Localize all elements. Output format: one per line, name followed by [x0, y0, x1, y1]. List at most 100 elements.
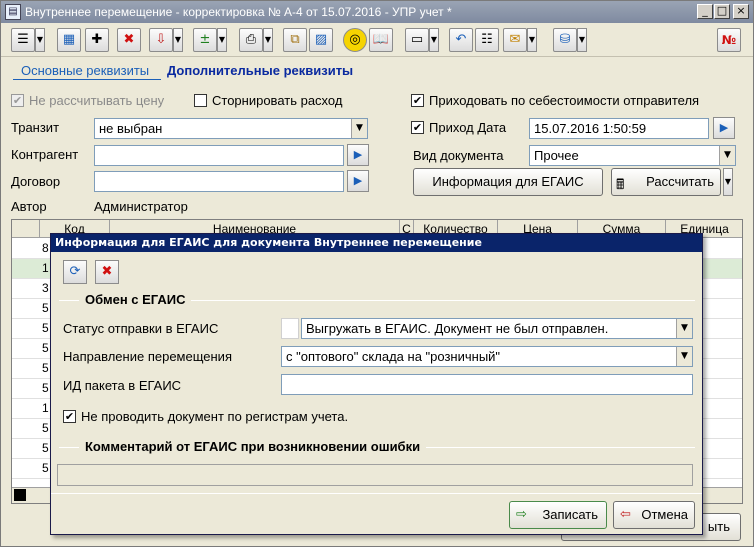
save-label: Записать — [542, 507, 598, 522]
author-label: Автор — [11, 199, 47, 214]
window-title: Внутреннее перемещение - корректировка №… — [25, 5, 452, 19]
undo-icon[interactable]: ↶ — [449, 28, 473, 52]
doc-type-value: Прочее — [534, 148, 579, 163]
chevron-down-icon[interactable]: ▼ — [723, 168, 733, 196]
contract-label: Договор — [11, 174, 61, 189]
app-icon: ▤ — [5, 4, 21, 20]
contragent-field[interactable] — [94, 145, 344, 166]
row-code: 5 — [42, 341, 49, 355]
direction-label: Направление перемещения — [63, 349, 232, 364]
author-value: Администратор — [94, 199, 188, 214]
no-calc-price-label: Не рассчитывать цену — [29, 93, 165, 108]
status-value: Выгружать в ЕГАИС. Документ не был отпра… — [306, 321, 609, 336]
chevron-down-icon[interactable]: ▼ — [676, 319, 692, 338]
row-code: 8 — [42, 241, 49, 255]
tab-extra-details[interactable]: Дополнительные реквизиты — [167, 63, 353, 78]
storno-checkbox[interactable] — [194, 94, 207, 107]
delete-icon[interactable]: ✖ — [95, 260, 119, 284]
row-code: 3 — [42, 281, 49, 295]
refresh-icon[interactable]: ⟳ — [63, 260, 87, 284]
income-date-pick-button[interactable]: ▶ — [713, 117, 735, 139]
chevron-down-icon[interactable]: ▼ — [527, 28, 537, 52]
close-window-button[interactable]: × — [733, 4, 749, 19]
import-icon[interactable]: ⇩ — [149, 28, 173, 52]
title-bar: ▤ Внутреннее перемещение - корректировка… — [1, 1, 753, 23]
egais-dialog: Информация для ЕГАИС для документа Внутр… — [50, 233, 703, 535]
maximize-button[interactable]: □ — [714, 4, 730, 19]
egais-comment-heading: Комментарий от ЕГАИС при возникновении о… — [79, 439, 427, 454]
book-icon[interactable]: 📖 — [369, 28, 393, 52]
cancel-label: Отмена — [641, 507, 688, 522]
plus-minus-icon[interactable]: ± — [193, 28, 217, 52]
list-icon[interactable]: ☰ — [11, 28, 35, 52]
direction-select[interactable]: с "оптового" склада на "розничный" ▼ — [281, 346, 693, 367]
income-date-field[interactable]: 15.07.2016 1:50:59 — [529, 118, 709, 139]
chevron-down-icon[interactable]: ▼ — [676, 347, 692, 366]
tab-underline — [13, 79, 161, 80]
chevron-down-icon[interactable]: ▼ — [719, 146, 735, 165]
dialog-title: Информация для ЕГАИС для документа Внутр… — [51, 234, 702, 252]
network-icon[interactable]: ⛁ — [553, 28, 577, 52]
copy-icon[interactable]: ⧉ — [283, 28, 307, 52]
by-cost-checkbox[interactable]: ✔ — [411, 94, 424, 107]
number-button[interactable]: № — [717, 28, 741, 52]
save-button[interactable]: ⇨ Записать — [509, 501, 607, 529]
toolbar: ☰ ▼ ▦ ✚ ✖ ⇩ ▼ ± ▼ ⎙ ▼ ⧉ ▨ ◎ 📖 ▭ ▼ ↶ ☷ ✉ … — [1, 23, 753, 57]
row-code: 5 — [42, 361, 49, 375]
doc-type-select[interactable]: Прочее ▼ — [529, 145, 736, 166]
chevron-down-icon[interactable]: ▼ — [263, 28, 273, 52]
chevron-down-icon[interactable]: ▼ — [429, 28, 439, 52]
table-icon[interactable]: ▦ — [57, 28, 81, 52]
doc-type-label: Вид документа — [413, 148, 504, 163]
chevron-down-icon[interactable]: ▼ — [217, 28, 227, 52]
coin-icon[interactable]: ◎ — [343, 28, 367, 52]
tab-main-details[interactable]: Основные реквизиты — [21, 63, 149, 78]
transit-label: Транзит — [11, 120, 60, 135]
egais-exchange-heading: Обмен с ЕГАИС — [79, 292, 192, 307]
no-registers-label: Не проводить документ по регистрам учета… — [81, 409, 349, 424]
contragent-label: Контрагент — [11, 147, 79, 162]
row-code: 1 — [42, 401, 49, 415]
image-icon[interactable]: ▨ — [309, 28, 333, 52]
contract-field[interactable] — [94, 171, 344, 192]
cancel-button[interactable]: ⇦ Отмена — [613, 501, 695, 529]
chevron-down-icon[interactable]: ▼ — [577, 28, 587, 52]
chevron-down-icon[interactable]: ▼ — [351, 119, 367, 138]
row-code: 1 — [42, 261, 49, 275]
structure-icon[interactable]: ☷ — [475, 28, 499, 52]
row-code: 5 — [42, 321, 49, 335]
no-registers-checkbox[interactable]: ✔ — [63, 410, 76, 423]
no-calc-price-checkbox[interactable]: ✔ — [11, 94, 24, 107]
income-date-label: Приход Дата — [429, 120, 507, 135]
delete-icon[interactable]: ✖ — [117, 28, 141, 52]
minimize-button[interactable]: _ — [697, 4, 713, 19]
status-select[interactable]: Выгружать в ЕГАИС. Документ не был отпра… — [301, 318, 693, 339]
egais-comment-field[interactable] — [57, 464, 693, 486]
packet-id-label: ИД пакета в ЕГАИС — [63, 378, 182, 393]
income-date-checkbox[interactable]: ✔ — [411, 121, 424, 134]
row-code: 5 — [42, 381, 49, 395]
row-code: 5 — [42, 441, 49, 455]
calculate-label: Рассчитать — [646, 174, 714, 189]
egais-info-button[interactable]: Информация для ЕГАИС — [413, 168, 603, 196]
chevron-down-icon[interactable]: ▼ — [35, 28, 45, 52]
transit-value: не выбран — [99, 121, 163, 136]
by-cost-label: Приходовать по себестоимости отправителя — [429, 93, 700, 108]
status-label: Статус отправки в ЕГАИС — [63, 321, 219, 336]
transit-select[interactable]: не выбран ▼ — [94, 118, 368, 139]
calculate-button[interactable]: 🖩 Рассчитать — [611, 168, 721, 196]
income-date-value: 15.07.2016 1:50:59 — [534, 121, 647, 136]
row-code: 5 — [42, 461, 49, 475]
envelope-icon[interactable]: ✉ — [503, 28, 527, 52]
cancel-icon: ⇦ — [620, 507, 631, 522]
edit-icon[interactable]: ▭ — [405, 28, 429, 52]
print-icon[interactable]: ⎙ — [239, 28, 263, 52]
packet-id-field[interactable] — [281, 374, 693, 395]
chevron-down-icon[interactable]: ▼ — [173, 28, 183, 52]
scroll-left-arrow[interactable] — [14, 489, 26, 501]
column-header[interactable] — [12, 220, 40, 238]
row-code: 5 — [42, 421, 49, 435]
new-document-icon[interactable]: ✚ — [85, 28, 109, 52]
contragent-pick-button[interactable]: ▶ — [347, 144, 369, 166]
contract-pick-button[interactable]: ▶ — [347, 170, 369, 192]
